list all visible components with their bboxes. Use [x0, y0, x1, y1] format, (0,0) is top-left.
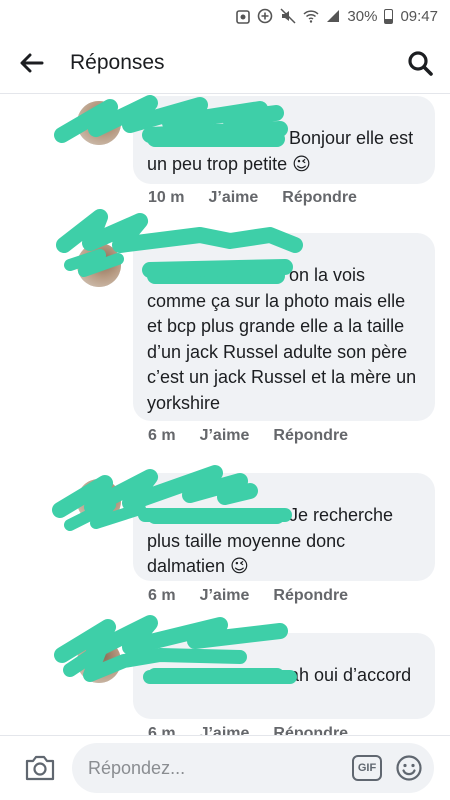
- smiley-icon: [396, 755, 422, 781]
- back-button[interactable]: [0, 32, 64, 94]
- comment-text: ah oui d’accord: [147, 663, 421, 689]
- avatar[interactable]: [77, 243, 121, 287]
- comment-bubble[interactable]: Bonjour elle est un peu trop petite 😉: [133, 96, 435, 184]
- comment-time: 6 m: [148, 427, 176, 444]
- comment-text: Je recherche plus taille moyenne donc da…: [147, 505, 394, 576]
- wifi-icon: [303, 9, 319, 23]
- redacted-author-name: [147, 268, 285, 285]
- back-arrow-icon: [20, 53, 44, 72]
- page-title: Réponses: [70, 50, 165, 74]
- avatar[interactable]: [77, 479, 121, 523]
- reply-input[interactable]: [88, 757, 352, 779]
- signal-icon: [326, 9, 340, 23]
- redacted-author-name: [147, 131, 285, 148]
- like-button[interactable]: J’aime: [208, 189, 258, 207]
- battery-icon: [384, 8, 394, 24]
- reply-button[interactable]: Répondre: [282, 189, 357, 207]
- screenshot-icon: [236, 8, 251, 24]
- status-bar: 30% 09:47: [0, 0, 450, 32]
- reply-input-container: GIF: [72, 743, 434, 793]
- search-button[interactable]: [390, 32, 450, 94]
- reply-button[interactable]: Répondre: [273, 427, 348, 445]
- like-button[interactable]: J’aime: [200, 725, 250, 735]
- redacted-author-name: [147, 668, 285, 685]
- compose-bar: GIF: [0, 735, 450, 800]
- reply-button[interactable]: Répondre: [273, 725, 348, 735]
- comment-bubble[interactable]: ah oui d’accord: [133, 633, 435, 719]
- battery-percent: 30%: [347, 7, 378, 25]
- avatar[interactable]: [77, 639, 121, 683]
- data-saver-icon: [257, 8, 273, 24]
- avatar[interactable]: [77, 101, 121, 145]
- comment-list: Bonjour elle est un peu trop petite 😉 10…: [0, 95, 450, 735]
- header: Réponses: [0, 32, 450, 94]
- reply-button[interactable]: Répondre: [273, 587, 348, 605]
- comment-text: on la vois comme ça sur la photo mais el…: [147, 265, 417, 413]
- comment-time: 10 m: [148, 189, 185, 206]
- redacted-author-name: [147, 508, 285, 525]
- comment-bubble[interactable]: Je recherche plus taille moyenne donc da…: [133, 473, 435, 581]
- comment-time: 6 m: [148, 725, 176, 735]
- camera-icon: [25, 755, 55, 781]
- emoji-button[interactable]: [394, 753, 424, 783]
- like-button[interactable]: J’aime: [200, 587, 250, 605]
- comment-time: 6 m: [148, 587, 176, 604]
- like-button[interactable]: J’aime: [200, 427, 250, 445]
- gif-button[interactable]: GIF: [352, 755, 382, 781]
- search-icon: [408, 50, 433, 76]
- camera-button[interactable]: [22, 750, 58, 786]
- clock: 09:47: [400, 7, 438, 25]
- comment-text: Bonjour elle est un peu trop petite 😉: [147, 128, 414, 174]
- mute-icon: [280, 8, 296, 24]
- comment-bubble[interactable]: on la vois comme ça sur la photo mais el…: [133, 233, 435, 421]
